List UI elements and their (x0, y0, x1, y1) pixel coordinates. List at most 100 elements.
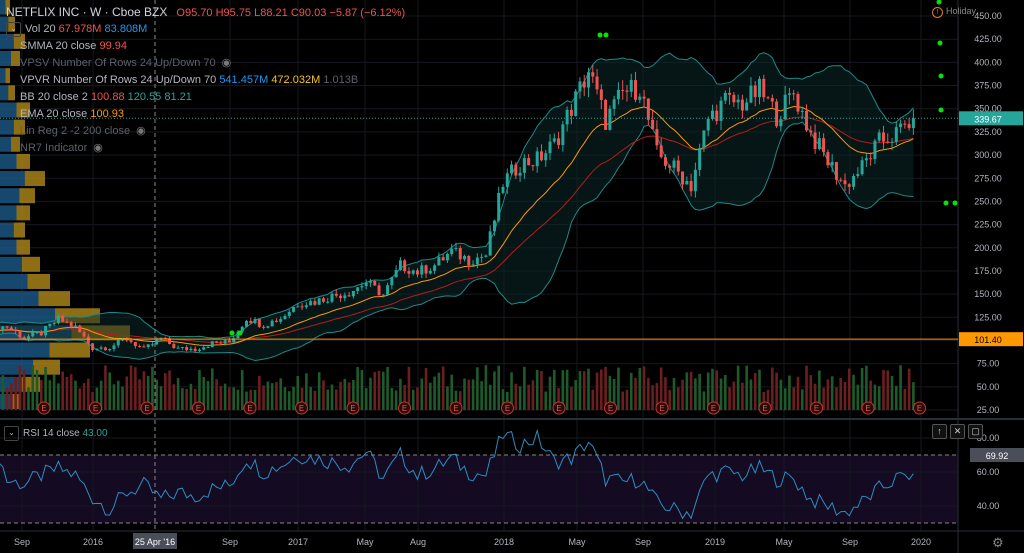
volume-bar (591, 389, 595, 410)
price-tick: 425.00 (974, 34, 1002, 44)
volume-bar (121, 386, 124, 410)
candle-body (646, 98, 650, 120)
candle-body (227, 340, 231, 343)
time-tick: 2019 (705, 537, 725, 547)
nr7-dot (237, 330, 243, 336)
ohlc-open: O95.70 (176, 7, 213, 19)
volume-bar (886, 370, 890, 410)
candle-body (672, 160, 676, 168)
indicator-ema[interactable]: EMA 20 close 100.93 (20, 106, 405, 123)
time-tick: 2017 (288, 537, 308, 547)
candle-body (266, 326, 270, 328)
collapse-icon[interactable]: ⌄ (4, 426, 19, 441)
volume-bar (446, 386, 449, 410)
indicator-linreg[interactable]: Lin Reg 2 -2 200 close ◉ (20, 123, 405, 140)
candle-body (796, 94, 800, 112)
volume-bar (856, 384, 860, 410)
vpvr-down-bar (49, 342, 90, 358)
volume-bar (745, 365, 748, 410)
candle-body (398, 260, 402, 270)
indicator-vpsv[interactable]: VPSV Number Of Rows 24 Up/Down 70 ◉ (20, 55, 405, 72)
candle-body (210, 341, 214, 348)
indicator-vol[interactable]: ⌄ Vol 20 67.978M 83.808M (6, 21, 405, 38)
volume-bar (634, 377, 637, 410)
earnings-icon: E (196, 404, 201, 413)
candle-body (736, 99, 740, 103)
candle-body (676, 160, 680, 172)
symbol-title[interactable]: NETFLIX INC · W · Cboe BZX (6, 5, 167, 19)
move-pane-up-icon[interactable]: ↑ (932, 424, 947, 439)
candle-body (886, 141, 890, 143)
candle-body (56, 315, 60, 324)
candle-body (852, 175, 856, 187)
candle-body (35, 331, 39, 333)
candle-body (745, 102, 749, 111)
hidden-eye-icon[interactable]: ◉ (93, 140, 103, 157)
candle-body (488, 231, 492, 256)
ohlc-low: L88.21 (254, 7, 288, 19)
candle-body (604, 99, 608, 130)
candle-body (723, 92, 727, 101)
price-tick: 175.00 (974, 266, 1002, 276)
volume-bar (22, 369, 26, 410)
candle-body (411, 270, 415, 274)
volume-bar (792, 387, 795, 410)
volume-bar (236, 389, 240, 410)
volume-bar (621, 391, 624, 410)
volume-bar (689, 371, 693, 410)
volume-bar (369, 377, 372, 410)
holiday-marker[interactable]: ! Holiday (932, 6, 976, 18)
candle-body (26, 336, 30, 339)
volume-bar (159, 386, 163, 410)
volume-bar (287, 391, 291, 410)
candle-body (223, 340, 227, 344)
ohlc-high: H95.75 (215, 7, 252, 19)
volume-bar (266, 381, 270, 410)
volume-bar (890, 376, 894, 410)
candle-body (775, 101, 779, 127)
vpvr-up-bar (0, 68, 6, 84)
settings-gear-icon[interactable]: ⚙ (992, 535, 1004, 551)
volume-bar (672, 378, 676, 410)
volume-bar (860, 368, 864, 410)
chart-legend: NETFLIX INC · W · Cboe BZX O95.70 H95.75… (6, 4, 405, 157)
candle-body (424, 265, 428, 274)
candle-body (403, 260, 407, 272)
candle-body (82, 332, 86, 337)
collapse-icon[interactable]: ⌄ (6, 21, 21, 37)
close-pane-icon[interactable]: ✕ (950, 424, 965, 439)
candle-body (817, 138, 821, 150)
indicator-nr7[interactable]: NR7 Indicator ◉ (20, 140, 405, 157)
vpvr-down-bar (19, 188, 35, 204)
candle-body (146, 344, 150, 347)
volume-bar (69, 374, 73, 410)
volume-bar (215, 379, 218, 410)
earnings-icon: E (93, 404, 98, 413)
candle-body (142, 346, 146, 348)
volume-bar (578, 371, 582, 410)
earnings-icon: E (299, 404, 304, 413)
volume-bar (31, 365, 35, 410)
volume-bar (899, 365, 902, 410)
candle-body (206, 347, 210, 349)
hidden-eye-icon[interactable]: ◉ (136, 123, 146, 140)
candle-body (809, 130, 813, 133)
hidden-eye-icon[interactable]: ◉ (222, 55, 232, 72)
indicator-smma[interactable]: SMMA 20 close 99.94 (20, 38, 405, 55)
volume-bar (668, 389, 672, 410)
candle-body (826, 152, 830, 166)
volume-bar (65, 376, 69, 410)
rsi-legend[interactable]: ⌄ RSI 14 close 43.00 (4, 426, 108, 441)
nr7-dot (603, 32, 609, 38)
indicator-vpvr[interactable]: VPVR Number Of Rows 24 Up/Down 70 541.45… (20, 72, 405, 89)
volume-bar (595, 372, 599, 410)
volume-bar (565, 369, 569, 410)
candle-body (116, 339, 120, 346)
candle-body (587, 72, 590, 88)
maximize-pane-icon[interactable]: ▢ (968, 424, 983, 439)
volume-bar (433, 376, 436, 410)
volume-bar (903, 388, 907, 410)
indicator-bb[interactable]: BB 20 close 2 100.88 120.55 81.21 (20, 89, 405, 106)
alert-icon: ! (932, 7, 943, 18)
candle-body (471, 264, 475, 266)
